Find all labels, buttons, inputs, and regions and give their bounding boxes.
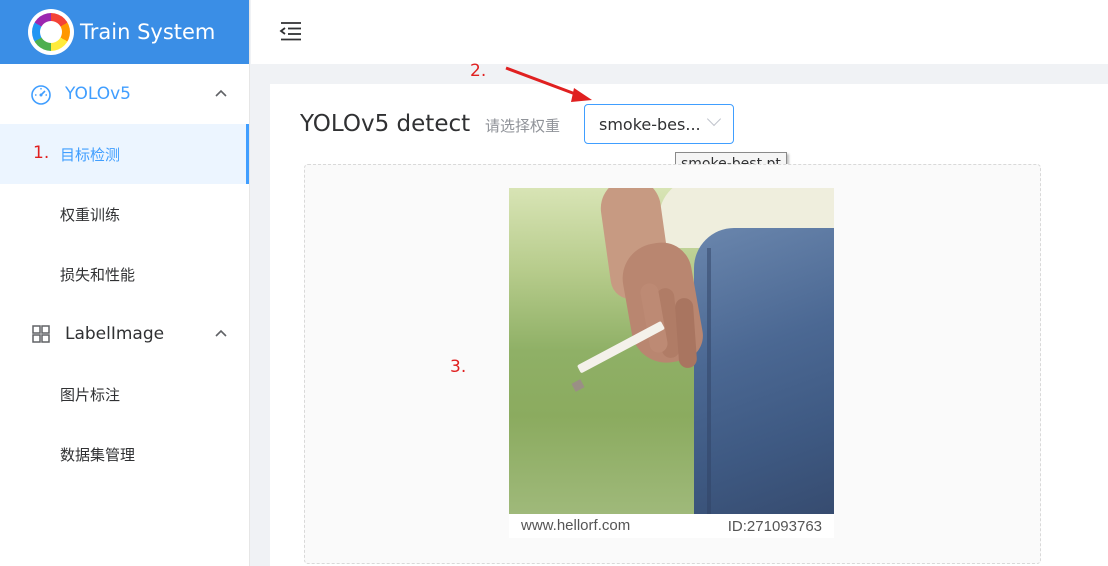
- logo-bar: Train System: [0, 0, 249, 64]
- chevron-down-icon: [706, 111, 722, 127]
- menu-group-label: LabelImage: [65, 324, 165, 344]
- sidebar-item-weight-training[interactable]: 权重训练: [0, 184, 249, 244]
- detection-image: www.hellorf.com ID:271093763: [509, 188, 834, 538]
- weight-select-label: 请选择权重: [485, 117, 561, 135]
- menu-group-yolov5[interactable]: YOLOv5: [0, 64, 249, 124]
- sidebar-item-label: 数据集管理: [60, 445, 136, 464]
- sidebar-item-label: 图片标注: [60, 385, 121, 404]
- menu-group-labelimage[interactable]: LabelImage: [0, 304, 249, 364]
- app-title: Train System: [80, 20, 216, 44]
- grid-icon: [30, 323, 52, 345]
- sidebar: Train System YOLOv5 目标检测 权重训练 损失和性能 Labe…: [0, 0, 250, 566]
- top-header: [251, 0, 1108, 64]
- annotation-step-1: 1.: [33, 143, 50, 163]
- page-title: YOLOv5 detect: [300, 111, 471, 137]
- weight-select-value: smoke-bes...: [599, 114, 701, 134]
- menu-group-label: YOLOv5: [65, 84, 131, 104]
- image-watermark: www.hellorf.com ID:271093763: [509, 514, 834, 538]
- weight-select[interactable]: smoke-bes...: [584, 104, 734, 144]
- annotation-step-3: 3.: [450, 357, 467, 377]
- watermark-id: ID:271093763: [727, 518, 822, 535]
- main-card: YOLOv5 detect 请选择权重 smoke-bes... smoke-b…: [270, 84, 1108, 566]
- sidebar-item-image-annotation[interactable]: 图片标注: [0, 364, 249, 424]
- smoking-photo: [509, 188, 834, 514]
- chevron-up-icon: [215, 326, 227, 341]
- annotation-step-2: 2.: [470, 61, 487, 81]
- sidebar-item-label: 权重训练: [60, 205, 121, 224]
- chevron-up-icon: [215, 86, 227, 101]
- dashboard-gauge-icon: [30, 83, 52, 105]
- watermark-url: www.hellorf.com: [521, 517, 631, 534]
- sidebar-item-dataset-management[interactable]: 数据集管理: [0, 424, 249, 484]
- sidebar-item-label: 目标检测: [60, 145, 121, 164]
- logo-icon: [28, 9, 74, 55]
- menu-fold-icon[interactable]: [279, 20, 303, 42]
- sidebar-item-loss-performance[interactable]: 损失和性能: [0, 244, 249, 304]
- sidebar-item-label: 损失和性能: [60, 265, 136, 284]
